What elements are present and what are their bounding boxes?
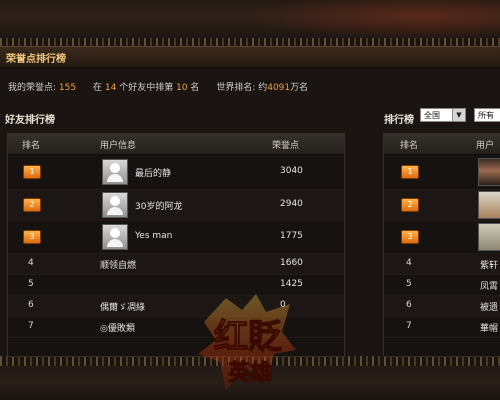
rank-number: 7 (28, 321, 34, 331)
honor-points: 3040 (280, 166, 303, 176)
avatar[interactable] (102, 192, 128, 218)
rank-prefix: 在 (92, 83, 102, 93)
friend-row[interactable]: 1 最后的静 3040 (8, 155, 344, 190)
scope-select-value: 所有 (478, 111, 494, 120)
rank-badge: 2 (23, 198, 41, 212)
world-rank-label: 世界排名: 约 (216, 83, 268, 93)
rank-badge: 2 (401, 198, 419, 212)
scope-select[interactable]: 所有 (474, 108, 500, 122)
header-honor-points: 荣誉点 (272, 141, 300, 151)
world-table-header: 排名 用户 (384, 134, 500, 155)
world-row[interactable]: 7 華帽 (384, 317, 500, 338)
player-name[interactable]: 凤霄 (480, 279, 498, 292)
friends-leaderboard-label: 好友排行榜 (5, 115, 55, 126)
rank-number: 5 (406, 279, 412, 289)
rank-number: 4 (28, 258, 34, 268)
my-honor-summary: 我的荣誉点: 155 在 14 个好友中排第 10 名 世界排名: 约4091万… (8, 80, 308, 93)
player-photo[interactable] (478, 223, 500, 251)
rank-badge: 3 (23, 230, 41, 244)
friend-rank: 10 (176, 83, 188, 93)
friend-row[interactable]: 3 Yes man 1775 (8, 221, 344, 254)
friend-name[interactable]: Yes man (135, 231, 172, 241)
rank-badge: 1 (401, 165, 419, 179)
panel-title-bar: 荣誉点排行榜 (0, 46, 500, 68)
world-rank-value: 4091 (267, 83, 291, 93)
player-photo[interactable] (478, 191, 500, 219)
honor-points: 1425 (280, 279, 303, 289)
friends-table-header: 排名 用户信息 荣誉点 (8, 134, 344, 155)
rank-number: 4 (406, 258, 412, 268)
world-header-rank: 排名 (400, 141, 419, 151)
header-artwork (240, 0, 500, 40)
avatar[interactable] (102, 159, 128, 185)
region-select[interactable]: 全国 ▼ (420, 108, 466, 122)
rank-middle: 个好友中排第 (119, 83, 174, 93)
world-header-user: 用户 (476, 141, 495, 151)
world-rank-suffix: 万名 (290, 83, 309, 93)
rank-badge: 3 (401, 230, 419, 244)
rank-number: 6 (28, 300, 34, 310)
logo-subtitle: 英雄 (228, 360, 272, 386)
player-photo[interactable] (478, 158, 500, 186)
friend-name[interactable]: 最后的静 (135, 166, 171, 179)
friends-count: 14 (104, 83, 117, 93)
honor-points: 1660 (280, 258, 303, 268)
friend-row[interactable]: 4 顺领自燃 1660 (8, 254, 344, 275)
header-user-info: 用户信息 (100, 141, 137, 151)
world-row[interactable]: 5 凤霄 (384, 275, 500, 296)
logo-title: 红貶 (214, 317, 282, 357)
player-name[interactable]: 被遗 (480, 300, 498, 313)
world-row[interactable]: 2 (384, 190, 500, 221)
honor-label: 我的荣誉点: (8, 83, 57, 93)
friend-name[interactable]: 偶爾ゞ凋綠 (100, 300, 145, 313)
world-row[interactable]: 3 (384, 221, 500, 254)
world-leaderboard-label: 排行榜 (384, 115, 414, 126)
game-logo: 红貶 英雄 (198, 294, 296, 390)
header-rank: 排名 (22, 141, 41, 151)
avatar[interactable] (102, 224, 128, 250)
world-row[interactable]: 1 (384, 155, 500, 190)
world-leaderboard-table: 排名 用户 1 2 3 4 紫轩 5 凤霄 6 被遗 7 華帽 (383, 133, 500, 357)
honor-points: 1775 (280, 231, 303, 241)
rank-suffix: 名 (190, 83, 200, 93)
page-title: 荣誉点排行榜 (6, 54, 66, 65)
rank-number: 5 (28, 279, 34, 289)
region-select-value: 全国 (424, 111, 440, 120)
honor-points: 2940 (280, 199, 303, 209)
player-name[interactable]: 華帽 (480, 321, 498, 334)
friend-name[interactable]: 30岁的阿龙 (135, 199, 182, 212)
rank-number: 7 (406, 321, 412, 331)
rank-badge: 1 (23, 165, 41, 179)
friend-name[interactable]: ◎優敗類 (100, 321, 135, 334)
chevron-down-icon[interactable]: ▼ (452, 109, 465, 121)
friend-row[interactable]: 2 30岁的阿龙 2940 (8, 190, 344, 221)
player-name[interactable]: 紫轩 (480, 258, 498, 271)
world-row[interactable]: 4 紫轩 (384, 254, 500, 275)
honor-value: 155 (58, 83, 77, 93)
rank-number: 6 (406, 300, 412, 310)
world-row[interactable]: 6 被遗 (384, 296, 500, 317)
friend-name[interactable]: 顺领自燃 (100, 258, 136, 271)
